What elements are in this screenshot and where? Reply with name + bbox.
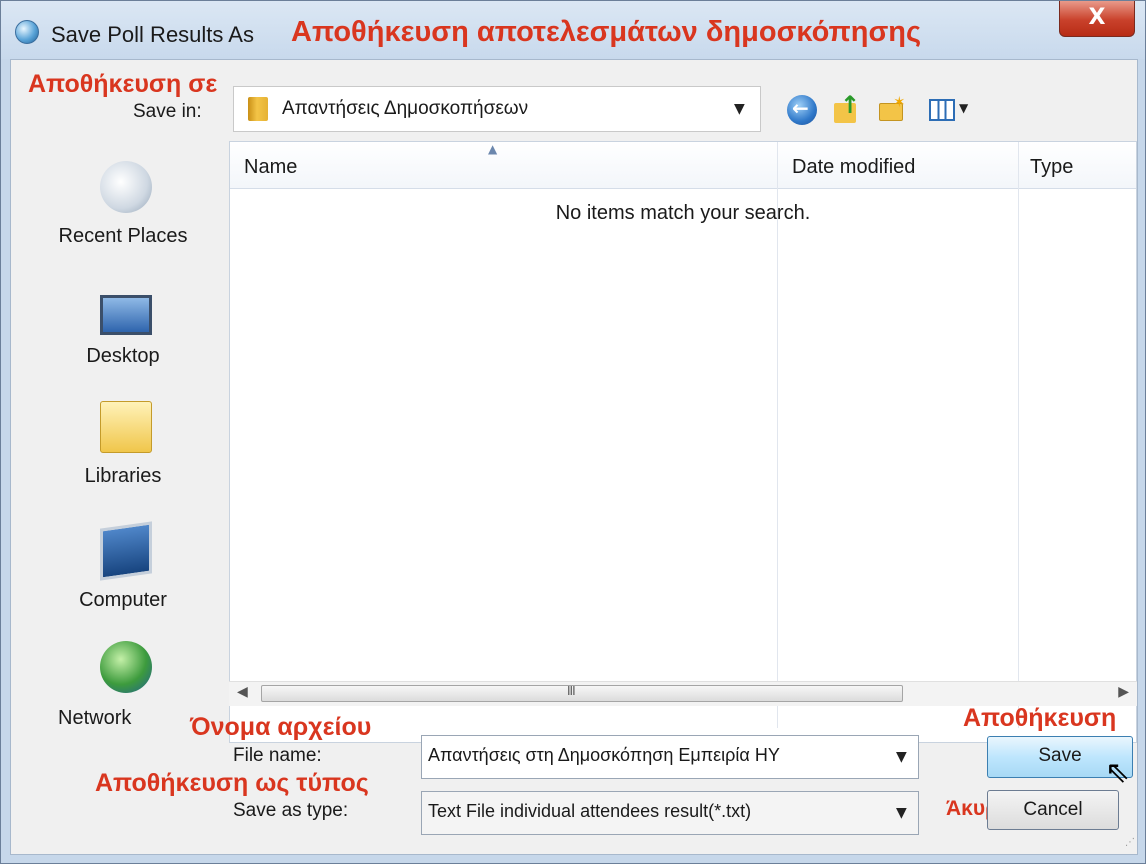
- scrollbar-grip: III: [567, 684, 576, 698]
- recent-places-icon: [100, 161, 152, 213]
- up-folder-icon[interactable]: [831, 91, 861, 125]
- libraries-icon: [100, 401, 152, 453]
- column-guide-line: [1018, 188, 1019, 728]
- save-as-type-annotation: Αποθήκευση ως τύπος: [95, 769, 369, 797]
- column-header-type[interactable]: Type: [1030, 156, 1073, 179]
- place-label: Network: [58, 707, 132, 729]
- file-name-value: Απαντήσεις στη Δημοσκόπηση Εμπειρία ΗΥ: [428, 745, 780, 765]
- place-label: Recent Places: [58, 225, 188, 247]
- chevron-down-icon[interactable]: ▼: [896, 805, 907, 821]
- save-as-type-dropdown[interactable]: Text File individual attendees result(*.…: [421, 791, 919, 835]
- close-button[interactable]: X: [1059, 1, 1135, 37]
- save-dialog-window: Save Poll Results As Αποθήκευση αποτελεσ…: [0, 0, 1146, 864]
- computer-icon: [100, 521, 152, 581]
- save-annotation: Αποθήκευση: [963, 704, 1117, 732]
- column-header-date-modified[interactable]: Date modified: [792, 156, 915, 179]
- sort-ascending-icon: ▲: [488, 142, 498, 156]
- scroll-left-arrow-icon[interactable]: ◀: [237, 684, 248, 700]
- window-title: Save Poll Results As: [51, 22, 254, 47]
- new-folder-icon[interactable]: [877, 93, 907, 125]
- network-icon: [100, 641, 152, 693]
- column-divider[interactable]: [1018, 142, 1019, 188]
- back-icon[interactable]: [787, 95, 817, 125]
- desktop-icon: [100, 295, 152, 335]
- save-as-type-value: Text File individual attendees result(*.…: [428, 801, 752, 821]
- chevron-down-icon: ▼: [734, 101, 745, 117]
- empty-list-message: No items match your search.: [555, 202, 811, 224]
- views-menu-icon[interactable]: [927, 95, 961, 125]
- mouse-pointer-icon: ⇖: [1105, 755, 1131, 790]
- scrollbar-thumb[interactable]: III: [261, 684, 903, 702]
- title-bar[interactable]: Save Poll Results As Αποθήκευση αποτελεσ…: [1, 1, 1145, 59]
- horizontal-scrollbar[interactable]: ◀ III ▶: [229, 681, 1137, 706]
- save-in-annotation: Αποθήκευση σε: [28, 70, 218, 98]
- file-list[interactable]: ▲ Name Date modified Type No items match…: [229, 141, 1137, 743]
- save-in-dropdown[interactable]: Απαντήσεις Δημοσκοπήσεων ▼: [233, 86, 761, 132]
- chevron-down-icon[interactable]: ▼: [896, 749, 907, 765]
- column-guide-line: [777, 188, 778, 728]
- file-name-label: File name:: [233, 745, 322, 766]
- cancel-button[interactable]: Cancel: [987, 790, 1119, 830]
- place-label: Libraries: [84, 465, 162, 487]
- column-divider[interactable]: [777, 142, 778, 188]
- place-label: Computer: [79, 589, 167, 611]
- places-bar: Recent Places Desktop Libraries Computer…: [18, 141, 228, 743]
- save-as-type-label: Save as type:: [233, 800, 349, 821]
- app-icon: [15, 20, 39, 44]
- column-header-row: ▲ Name Date modified Type: [230, 142, 1136, 189]
- file-name-input[interactable]: Απαντήσεις στη Δημοσκόπηση Εμπειρία ΗΥ ▼: [421, 735, 919, 779]
- place-label: Desktop: [86, 345, 160, 367]
- save-in-label: Save in:: [133, 101, 202, 122]
- scroll-right-arrow-icon[interactable]: ▶: [1118, 684, 1129, 700]
- views-dropdown-arrow-icon[interactable]: ▼: [959, 101, 968, 115]
- save-in-value: Απαντήσεις Δημοσκοπήσεων: [282, 98, 529, 119]
- file-name-annotation: Όνομα αρχείου: [190, 713, 372, 741]
- folder-icon: [248, 97, 268, 121]
- column-header-name[interactable]: Name: [244, 156, 297, 179]
- resize-grip-icon[interactable]: ⋰: [1125, 837, 1135, 848]
- title-translation-annotation: Αποθήκευση αποτελεσμάτων δημοσκόπησης: [291, 16, 922, 48]
